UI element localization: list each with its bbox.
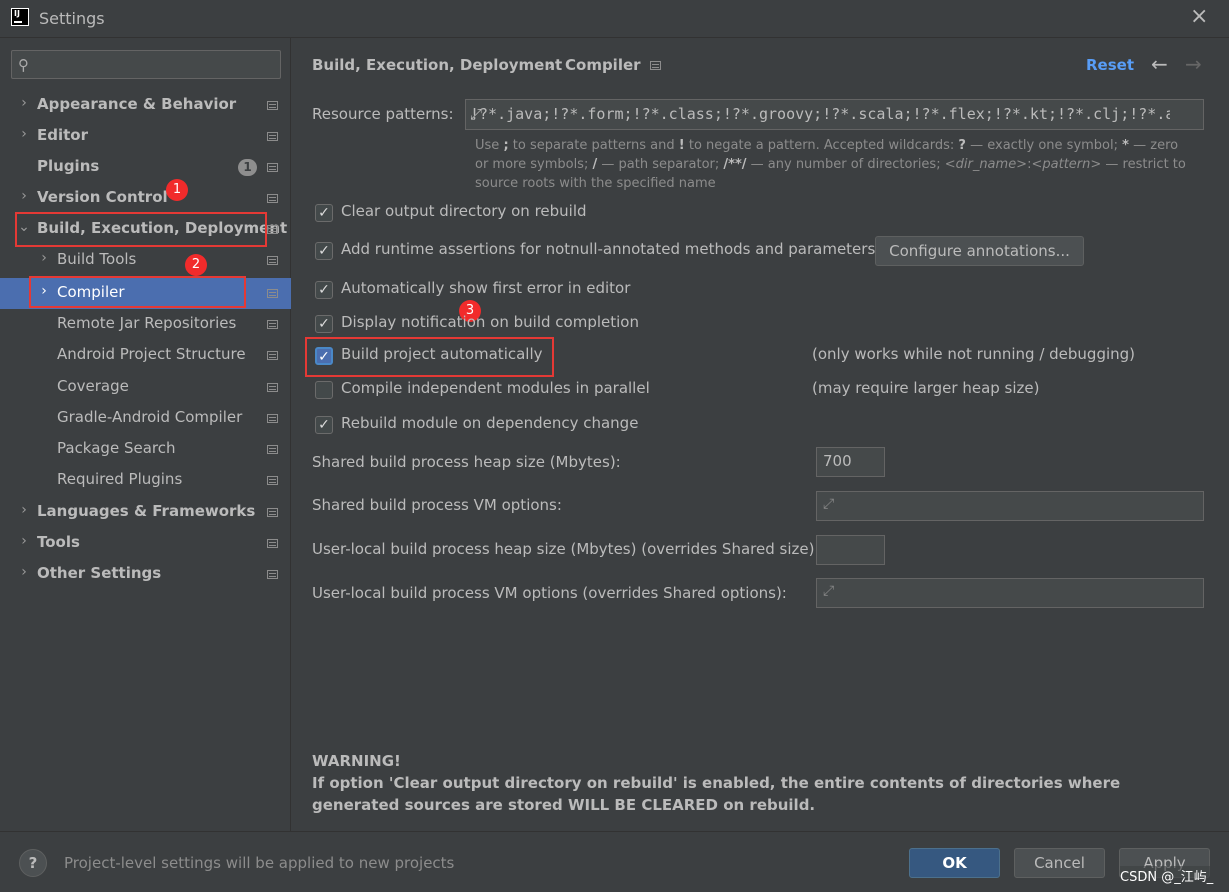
compile-parallel-note: (may require larger heap size) <box>812 379 1040 397</box>
compile-parallel-checkbox[interactable] <box>315 381 333 399</box>
project-scope-icon <box>267 476 278 485</box>
expand-icon[interactable]: ⤢ <box>470 105 1170 123</box>
sidebar-item-android-project-structure[interactable]: Android Project Structure <box>0 340 291 371</box>
sidebar-item-tools[interactable]: › Tools <box>0 528 291 559</box>
user-heap-input[interactable] <box>816 535 885 565</box>
project-scope-icon <box>267 508 278 517</box>
user-heap-label: User-local build process heap size (Mbyt… <box>312 540 820 558</box>
title-bar <box>0 0 1229 38</box>
project-scope-icon <box>267 539 278 548</box>
sidebar-item-plugins[interactable]: Plugins 1 <box>0 152 291 183</box>
project-scope-icon <box>267 256 278 265</box>
sidebar-item-required-plugins[interactable]: Required Plugins <box>0 465 291 496</box>
window-title: Settings <box>39 9 105 28</box>
chevron-right-icon[interactable]: › <box>38 250 50 266</box>
back-arrow-icon[interactable]: ← <box>1151 52 1168 76</box>
chevron-right-icon[interactable]: › <box>18 188 30 204</box>
sidebar-item-appearance[interactable]: › Appearance & Behavior <box>0 90 291 121</box>
expand-icon[interactable]: ⤢ <box>823 496 1195 512</box>
warning-title: WARNING! <box>312 752 401 770</box>
sidebar-item-version-control[interactable]: › Version Control <box>0 183 291 214</box>
sidebar-item-languages-frameworks[interactable]: › Languages & Frameworks <box>0 497 291 528</box>
search-input[interactable] <box>38 54 274 75</box>
rebuild-on-dependency-checkbox[interactable]: ✓ <box>315 416 333 434</box>
resource-patterns-field[interactable]: !?*.java;!?*.form;!?*.class;!?*.groovy;!… <box>465 99 1204 130</box>
expand-icon[interactable]: ⤢ <box>823 583 1195 599</box>
user-vm-input[interactable]: ⤢ <box>816 578 1204 608</box>
project-scope-icon <box>650 61 661 70</box>
footer-info-text: Project-level settings will be applied t… <box>64 854 455 872</box>
project-scope-icon <box>267 383 278 392</box>
chevron-right-icon[interactable]: › <box>18 95 30 111</box>
shared-vm-input[interactable]: ⤢ <box>816 491 1204 521</box>
runtime-assertions-checkbox[interactable]: ✓ <box>315 242 333 260</box>
cancel-button[interactable]: Cancel <box>1014 848 1105 878</box>
search-box[interactable]: ⚲ <box>11 50 281 79</box>
app-logo-icon: IJ <box>11 8 29 26</box>
watermark: CSDN @_江屿_ <box>1120 866 1214 885</box>
shared-vm-label: Shared build process VM options: <box>312 496 562 514</box>
reset-link[interactable]: Reset <box>1086 56 1134 74</box>
breadcrumb-separator: › <box>548 56 554 74</box>
project-scope-icon <box>267 101 278 110</box>
breadcrumb-current: Compiler <box>565 56 641 74</box>
project-scope-icon <box>267 570 278 579</box>
plugins-update-badge: 1 <box>238 159 257 176</box>
shared-heap-label: Shared build process heap size (Mbytes): <box>312 453 621 471</box>
sidebar-item-package-search[interactable]: Package Search <box>0 434 291 465</box>
project-scope-icon <box>267 351 278 360</box>
sidebar-item-remote-jar[interactable]: Remote Jar Repositories <box>0 309 291 340</box>
chevron-right-icon[interactable]: › <box>18 502 30 518</box>
build-automatically-checkbox[interactable]: ✓ <box>315 347 333 365</box>
build-automatically-note: (only works while not running / debuggin… <box>812 345 1136 363</box>
help-button[interactable]: ? <box>19 849 47 877</box>
chevron-right-icon[interactable]: › <box>18 126 30 142</box>
sidebar-item-gradle-android-compiler[interactable]: Gradle-Android Compiler <box>0 403 291 434</box>
warning-message: WARNING! If option 'Clear output directo… <box>312 750 1212 816</box>
close-icon[interactable]: × <box>1190 6 1208 28</box>
settings-sidebar: ⚲ › Appearance & Behavior › Editor Plugi… <box>0 38 291 831</box>
project-scope-icon <box>267 132 278 141</box>
annotation-box-compiler <box>29 276 246 308</box>
sidebar-item-coverage[interactable]: Coverage <box>0 372 291 403</box>
project-scope-icon <box>267 163 278 172</box>
resource-patterns-hint: Use ; to separate patterns and ! to nega… <box>475 138 1186 191</box>
project-scope-icon <box>267 225 278 234</box>
project-scope-icon <box>267 194 278 203</box>
warning-body: If option 'Clear output directory on reb… <box>312 774 1121 814</box>
ok-button[interactable]: OK <box>909 848 1000 878</box>
sidebar-item-build-tools[interactable]: › Build Tools <box>0 245 291 276</box>
forward-arrow-icon[interactable]: → <box>1185 52 1202 76</box>
breadcrumb-parent[interactable]: Build, Execution, Deployment <box>312 56 562 74</box>
project-scope-icon <box>267 445 278 454</box>
project-scope-icon <box>267 289 278 298</box>
shared-heap-input[interactable]: 700 <box>816 447 885 477</box>
project-scope-icon <box>267 414 278 423</box>
user-vm-label: User-local build process VM options (ove… <box>312 584 787 602</box>
show-first-error-checkbox[interactable]: ✓ <box>315 281 333 299</box>
annotation-number-1: 1 <box>166 179 188 201</box>
chevron-right-icon[interactable]: › <box>18 533 30 549</box>
configure-annotations-button[interactable]: Configure annotations... <box>875 236 1084 266</box>
sidebar-item-other-settings[interactable]: › Other Settings <box>0 559 291 590</box>
search-icon: ⚲ <box>18 56 29 74</box>
display-notification-checkbox[interactable]: ✓ <box>315 315 333 333</box>
project-scope-icon <box>267 320 278 329</box>
resource-patterns-label: Resource patterns: <box>312 105 454 123</box>
clear-output-checkbox[interactable]: ✓ <box>315 204 333 222</box>
annotation-number-2: 2 <box>185 254 207 276</box>
chevron-right-icon[interactable]: › <box>18 564 30 580</box>
annotation-box-build-execution <box>15 212 267 247</box>
sidebar-item-editor[interactable]: › Editor <box>0 121 291 152</box>
